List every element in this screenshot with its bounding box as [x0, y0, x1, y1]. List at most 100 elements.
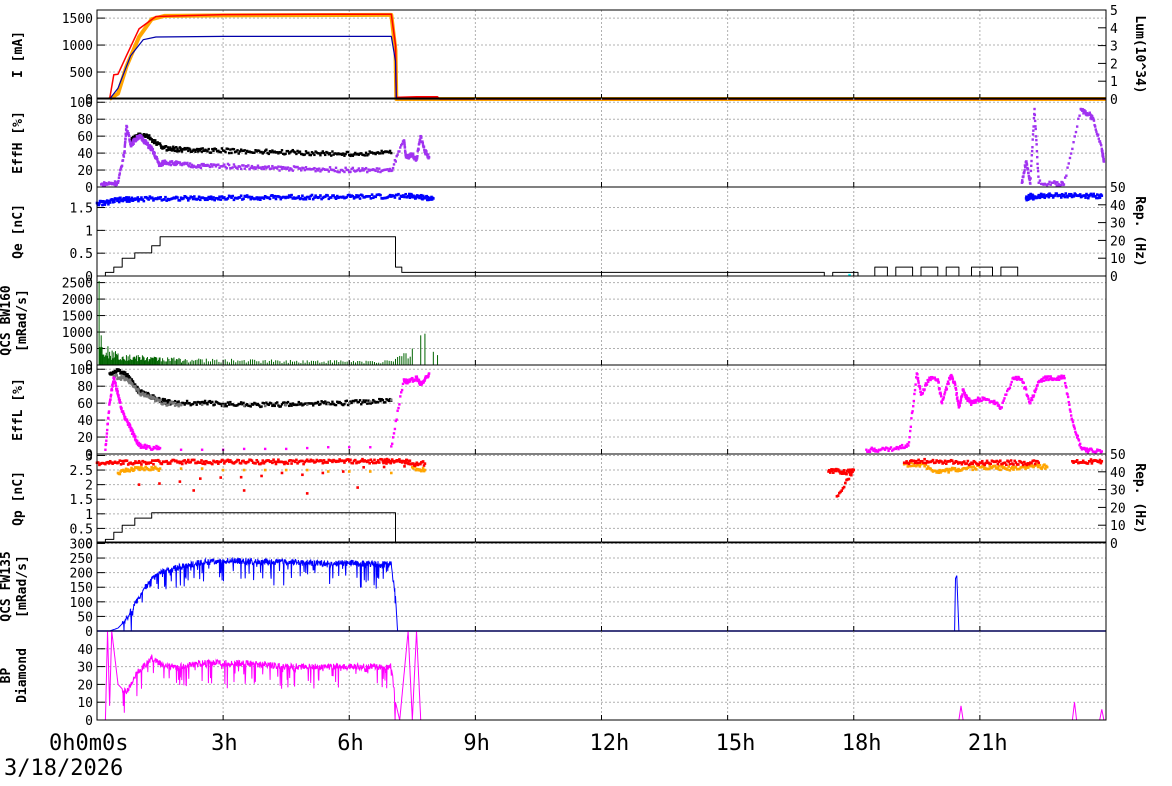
data-point [940, 401, 944, 405]
data-point [1063, 381, 1067, 385]
x-tick-label: 12h [590, 731, 630, 756]
data-point [364, 399, 368, 402]
data-point [284, 152, 287, 156]
data-point [906, 465, 910, 468]
data-point [974, 401, 977, 404]
data-point [219, 151, 222, 154]
right-tick-label: 0 [1110, 93, 1118, 108]
data-point [938, 387, 941, 390]
data-point [394, 160, 397, 163]
y-tick-label: 40 [77, 643, 93, 658]
data-point [916, 376, 920, 380]
data-point [1034, 125, 1037, 128]
data-point [117, 176, 121, 179]
data-point [954, 388, 958, 391]
data-point [911, 410, 914, 413]
data-point [260, 461, 263, 465]
data-point [1098, 140, 1102, 143]
data-point [286, 462, 290, 465]
data-point [290, 462, 293, 465]
panel-eff_l: 020406080100EffL [%] [11, 363, 1107, 463]
data-point [162, 198, 166, 201]
data-point [320, 459, 323, 463]
data-point [423, 468, 427, 472]
data-point [164, 195, 167, 199]
data-point [376, 401, 380, 404]
data-point [958, 404, 961, 407]
data-point [842, 469, 846, 472]
data-point [397, 406, 400, 410]
data-point [1071, 420, 1075, 424]
y-tick-label: 1.5 [70, 202, 93, 217]
data-point [344, 166, 347, 170]
data-point [319, 402, 322, 406]
data-point [115, 387, 119, 391]
data-point [1027, 171, 1030, 175]
data-point [327, 446, 330, 449]
data-point [1073, 135, 1076, 138]
data-point [1009, 383, 1013, 386]
data-point [1026, 395, 1030, 398]
data-point [160, 462, 164, 466]
data-point [370, 193, 374, 196]
data-point [384, 401, 387, 404]
right-tick-label: 10 [1110, 519, 1126, 534]
data-point [224, 402, 227, 406]
data-point [221, 468, 225, 472]
data-point [206, 198, 209, 202]
data-point [347, 470, 351, 473]
y-tick-label: 10 [77, 696, 93, 711]
right-axis-label: Rep. (Hz) [1132, 463, 1147, 533]
data-point [243, 149, 246, 152]
data-point [371, 461, 375, 465]
series-scatter-red [95, 457, 1104, 498]
data-point [917, 381, 920, 384]
data-point [916, 461, 919, 465]
data-point [351, 166, 355, 170]
y-tick-label: 150 [70, 581, 93, 596]
data-point [227, 163, 231, 167]
data-point [390, 169, 394, 172]
data-point [1099, 144, 1103, 147]
data-point [150, 196, 154, 199]
data-point [1078, 442, 1082, 446]
data-point [427, 153, 430, 156]
data-point [348, 446, 351, 449]
data-point [318, 167, 321, 170]
data-point [207, 147, 210, 151]
data-point [273, 404, 276, 408]
y-tick-label: 40 [77, 414, 93, 429]
data-point [267, 152, 270, 156]
data-point [199, 166, 203, 170]
data-point [1100, 459, 1104, 463]
data-point [208, 165, 212, 169]
data-point [1011, 465, 1014, 469]
data-point [290, 193, 293, 197]
data-point [1031, 138, 1034, 141]
data-point [959, 398, 963, 401]
y-tick-label: 50 [77, 610, 93, 625]
data-point [249, 405, 252, 408]
data-point [398, 403, 401, 406]
data-point [195, 403, 198, 406]
data-point [1035, 149, 1039, 153]
data-point [1030, 398, 1034, 402]
data-point [263, 404, 267, 407]
data-point [381, 398, 385, 402]
data-point [143, 468, 146, 472]
y-tick-label: 100 [70, 96, 93, 111]
right-tick-label: 0 [1110, 270, 1118, 285]
data-point [391, 166, 395, 170]
data-point [212, 149, 215, 152]
data-point [305, 468, 309, 472]
data-point [349, 458, 352, 462]
y-axis-label: QCS FW135 [0, 551, 14, 621]
x-tick-label: 0h0m0s [49, 731, 128, 756]
data-point [254, 462, 257, 465]
data-point [217, 197, 220, 201]
y-tick-label: 250 [70, 552, 93, 567]
data-point [229, 148, 232, 151]
data-point [1038, 463, 1042, 467]
data-point [390, 445, 393, 448]
data-point [101, 203, 104, 207]
